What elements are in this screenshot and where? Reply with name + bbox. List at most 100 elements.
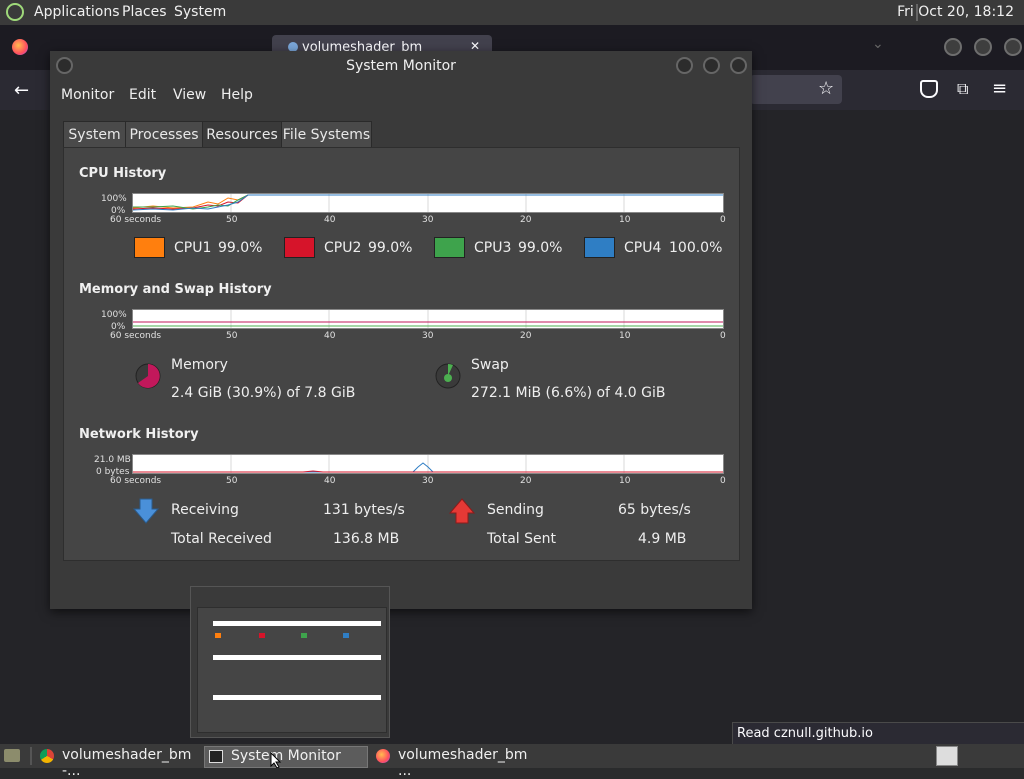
cpu-x-label-6: 0 <box>720 215 726 225</box>
tab-resources[interactable]: Resources <box>202 121 282 149</box>
hamburger-menu-icon[interactable]: ≡ <box>992 78 1007 99</box>
preview-network-graph <box>213 695 381 700</box>
total-sent-value: 4.9 MB <box>638 531 687 547</box>
mem-x-label-5: 10 <box>619 331 631 341</box>
close-button[interactable] <box>730 57 747 74</box>
top-panel: Applications Places System Fri Oct 20, 1… <box>0 0 1024 25</box>
taskbar-item-label: volumeshader_bm -... <box>62 747 192 779</box>
window-title: System Monitor <box>346 58 456 74</box>
cpu-y-top-label: 100% <box>101 194 127 204</box>
swap-value: 272.1 MiB (6.6%) of 4.0 GiB <box>471 385 666 401</box>
maximize-button[interactable] <box>703 57 720 74</box>
cpu-x-label-5: 10 <box>619 215 631 225</box>
menu-edit[interactable]: Edit <box>129 87 156 103</box>
mem-x-label-6: 0 <box>720 331 726 341</box>
cpu4-label: CPU4 <box>624 240 662 256</box>
cpu-history-graph <box>132 193 724 213</box>
cpu-x-label-3: 30 <box>422 215 434 225</box>
net-x-label-2: 40 <box>324 476 336 486</box>
menu-view[interactable]: View <box>173 87 206 103</box>
network-graph-lines <box>133 455 723 473</box>
applications-menu[interactable]: Applications <box>34 4 120 20</box>
url-bar[interactable]: ☆ <box>750 75 842 104</box>
clock[interactable]: Fri Oct 20, 18:12 <box>897 4 1014 20</box>
cpu-x-label-1: 50 <box>226 215 238 225</box>
distro-logo-icon[interactable] <box>6 3 24 21</box>
network-history-graph <box>132 454 724 474</box>
system-monitor-window: System Monitor Monitor Edit View Help Sy… <box>50 51 752 609</box>
receiving-value: 131 bytes/s <box>323 502 405 518</box>
window-preview-thumbnail[interactable] <box>190 586 390 738</box>
bottom-taskbar: volumeshader_bm -... System Monitor volu… <box>0 744 1024 779</box>
cpu-x-label-0: 60 seconds <box>110 215 162 225</box>
window-titlebar[interactable]: System Monitor <box>50 51 752 80</box>
receiving-arrow-icon[interactable] <box>132 497 160 525</box>
preview-cpu-legend <box>259 633 265 638</box>
cpu3-label: CPU3 <box>474 240 512 256</box>
places-menu[interactable]: Places <box>122 4 167 20</box>
chrome-icon <box>40 749 54 763</box>
net-x-label-0: 60 seconds <box>110 476 162 486</box>
memory-label: Memory <box>171 357 228 373</box>
back-arrow-icon[interactable]: ← <box>14 80 29 101</box>
taskbar-item-label: volumeshader_bm ... <box>398 747 528 779</box>
link-status-toast: Read cznull.github.io <box>732 722 1024 746</box>
cpu2-label: CPU2 <box>324 240 362 256</box>
net-x-label-1: 50 <box>226 476 238 486</box>
sending-label: Sending <box>487 502 544 518</box>
mem-x-label-4: 20 <box>520 331 532 341</box>
cpu3-value: 99.0% <box>518 240 563 256</box>
cpu3-color-swatch[interactable] <box>434 237 465 258</box>
net-y-top-label: 21.0 MB <box>94 455 131 465</box>
mem-x-label-0: 60 seconds <box>110 331 162 341</box>
cpu1-color-swatch[interactable] <box>134 237 165 258</box>
tab-processes[interactable]: Processes <box>125 121 203 149</box>
preview-cpu-legend <box>215 633 221 638</box>
cpu-x-label-2: 40 <box>324 215 336 225</box>
preview-cpu-legend <box>343 633 349 638</box>
total-received-value: 136.8 MB <box>333 531 400 547</box>
cpu1-label: CPU1 <box>174 240 212 256</box>
preview-cpu-legend <box>301 633 307 638</box>
swap-pie-icon[interactable] <box>433 361 463 391</box>
cpu1-value: 99.0% <box>218 240 263 256</box>
menu-help[interactable]: Help <box>221 87 253 103</box>
network-history-title: Network History <box>79 427 199 442</box>
firefox-close-button[interactable] <box>1004 38 1022 56</box>
taskbar-item-firefox[interactable]: volumeshader_bm ... <box>372 746 540 779</box>
taskbar-item-label: System Monitor <box>231 748 341 764</box>
taskbar-item-system-monitor[interactable]: System Monitor <box>204 746 368 768</box>
bookmark-star-icon[interactable]: ☆ <box>818 78 834 99</box>
total-received-label: Total Received <box>171 531 272 547</box>
tab-file-systems[interactable]: File Systems <box>281 121 372 149</box>
memory-pie-icon[interactable] <box>133 361 163 391</box>
firefox-maximize-button[interactable] <box>974 38 992 56</box>
menu-monitor[interactable]: Monitor <box>61 87 114 103</box>
sending-value: 65 bytes/s <box>618 502 691 518</box>
mouse-cursor-icon <box>270 752 282 768</box>
workspace-switcher[interactable] <box>936 746 958 766</box>
extensions-icon[interactable]: ⧉ <box>957 79 968 99</box>
total-sent-label: Total Sent <box>487 531 557 547</box>
pocket-icon[interactable] <box>920 80 938 98</box>
system-menu[interactable]: System <box>174 4 226 20</box>
tab-system[interactable]: System <box>63 121 126 149</box>
firefox-minimize-button[interactable] <box>944 38 962 56</box>
chevron-down-icon[interactable]: ⌄ <box>872 36 884 52</box>
preview-memory-graph <box>213 655 381 660</box>
firefox-icon <box>376 749 390 763</box>
cpu2-color-swatch[interactable] <box>284 237 315 258</box>
net-x-label-3: 30 <box>422 476 434 486</box>
taskbar-divider <box>30 747 32 765</box>
taskbar-item-chrome[interactable]: volumeshader_bm -... <box>36 746 202 779</box>
cpu-x-label-4: 20 <box>520 215 532 225</box>
minimize-button[interactable] <box>676 57 693 74</box>
sending-arrow-icon[interactable] <box>448 497 476 525</box>
memory-history-graph <box>132 309 724 329</box>
mem-x-label-1: 50 <box>226 331 238 341</box>
cpu4-color-swatch[interactable] <box>584 237 615 258</box>
show-desktop-icon[interactable] <box>4 749 20 762</box>
cpu-graph-lines <box>133 194 723 212</box>
firefox-icon[interactable] <box>12 39 28 55</box>
preview-cpu-graph <box>213 621 381 626</box>
